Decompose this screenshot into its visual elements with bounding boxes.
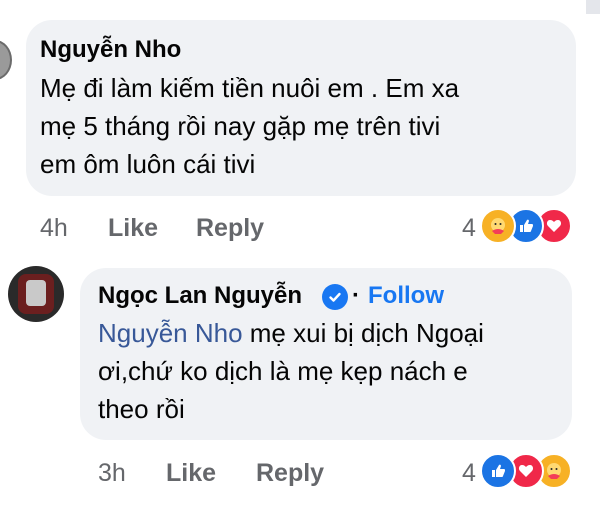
avatar[interactable] [8, 266, 64, 322]
comment-text-line: Mẹ đi làm kiếm tiền nuôi em . Em xa [40, 73, 460, 103]
like-icon [480, 453, 516, 489]
verified-badge-icon [322, 284, 348, 310]
comment-text-line: theo rồi [98, 394, 185, 424]
reply-button[interactable]: Reply [196, 213, 264, 243]
reaction-count[interactable]: 4 [462, 213, 476, 243]
comment-timestamp[interactable]: 4h [40, 213, 68, 243]
separator-dot: · [352, 282, 360, 309]
follow-button[interactable]: Follow [368, 282, 444, 310]
like-button[interactable]: Like [108, 213, 158, 243]
like-button[interactable]: Like [166, 458, 216, 488]
avatar[interactable] [0, 40, 12, 80]
comment-text: mẹ xui bị dịch Ngoại [242, 318, 484, 348]
comment-timestamp[interactable]: 3h [98, 458, 126, 488]
comment-author[interactable]: Nguyễn Nho [40, 36, 181, 64]
comment-text-line: Nguyễn Nho mẹ xui bị dịch Ngoại [98, 314, 484, 352]
reaction-count[interactable]: 4 [462, 458, 476, 488]
mention-link[interactable]: Nguyễn Nho [98, 318, 243, 348]
comment-text-line: mẹ 5 tháng rồi nay gặp mẹ trên tivi [40, 111, 441, 141]
reply-button[interactable]: Reply [256, 458, 324, 488]
care-icon [480, 208, 516, 244]
scrollbar[interactable] [586, 0, 600, 14]
comment-author[interactable]: Ngọc Lan Nguyễn [98, 282, 302, 310]
comment-text-line: em ôm luôn cái tivi [40, 149, 256, 179]
comment-text-line: ơi,chứ ko dịch là mẹ kẹp nách e [98, 356, 468, 386]
